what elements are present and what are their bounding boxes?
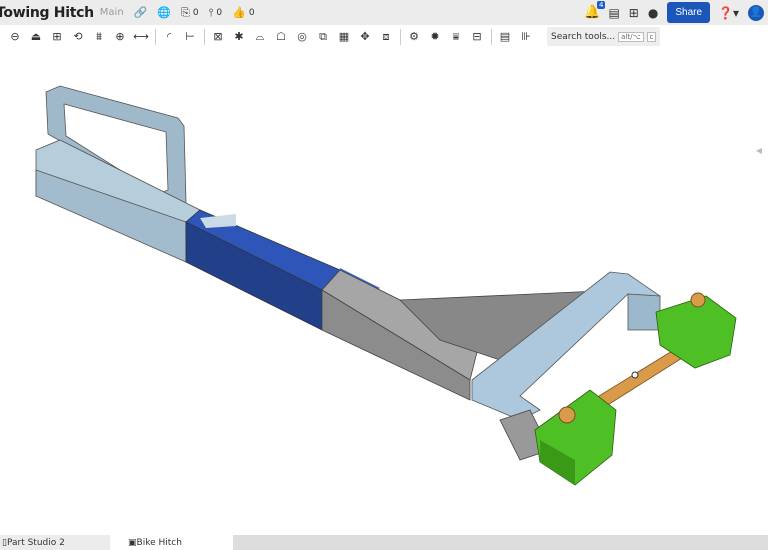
revolve-icon[interactable]: ⊞ [47,28,67,46]
document-icon[interactable]: ▤ [608,6,619,20]
shortcut-key: c [646,31,657,42]
tab-label: Bike Hitch [136,537,182,548]
files-icon: ⎘ [181,5,190,19]
search-tools-input[interactable]: Search tools... alt/⌥ c [547,27,661,46]
help-icon[interactable]: ❓▾ [718,6,739,20]
likes-count: 0 [248,7,255,18]
tab-bar-empty [233,535,768,550]
thicken-icon[interactable]: ⊕ [110,28,130,46]
notification-badge: 4 [596,1,606,9]
share-button[interactable]: Share [667,2,711,23]
search-label: Search tools... [551,31,616,42]
split-icon[interactable]: ▦ [334,28,354,46]
enclose-icon[interactable]: ⟷ [131,28,151,46]
toolbar-divider [491,28,492,45]
frame-icon[interactable]: ⊟ [467,28,487,46]
gear-icon[interactable]: ✹ [425,28,445,46]
wrap-icon[interactable]: ☖ [271,28,291,46]
tab-bike-hitch[interactable]: ▣ Bike Hitch [110,535,233,550]
pattern-icon[interactable]: ⧈ [376,28,396,46]
thumbs-up-icon: 👍 [232,6,246,19]
axle-center-mark [631,371,639,379]
notifications-button[interactable]: 🔔 4 [584,1,606,20]
document-title[interactable]: Towing Hitch [0,5,94,21]
fillet-icon[interactable]: ◜ [159,28,179,46]
assembly-icon: ▣ [128,537,137,548]
boolean-icon[interactable]: ⧉ [313,28,333,46]
link-icon[interactable]: 🔗 [134,6,148,19]
panel-collapse-icon[interactable]: ◀ [756,146,762,155]
measure-icon[interactable]: ⊪ [516,28,536,46]
shortcut-key: alt/⌥ [618,31,644,42]
green-block-left [534,389,617,486]
sweep-icon[interactable]: ⟲ [68,28,88,46]
tab-bar: ▯ Part Studio 2 ▣ Bike Hitch [0,535,768,550]
draft-icon[interactable]: ⊠ [208,28,228,46]
transform-icon[interactable]: ✥ [355,28,375,46]
toolbar-divider [204,28,205,45]
loft-icon[interactable]: ⩩ [89,28,109,46]
top-bar: Towing Hitch Main 🔗 🌐 ⎘ 0 ⫯ 0 👍 0 🔔 4 ▤ ⊞ ● … [0,0,768,25]
frame-side [627,293,661,331]
toolbar-divider [155,28,156,45]
toolbar-divider [400,28,401,45]
apps-icon[interactable]: ⊞ [629,6,639,20]
files-button[interactable]: ⎘ 0 [181,6,199,20]
like-button[interactable]: 👍 0 [232,6,254,19]
files-count: 0 [192,7,199,18]
feature-toolbar: ⊖ ⏏ ⊞ ⟲ ⩩ ⊕ ⟷ ◜ ⊢ ⊠ ✱ ⌓ ☖ ◎ ⧉ ▦ ✥ ⧈ ⚙ ✹ ⩸ ⊟ ▤ ⊪ Search tools... a… [0,25,768,48]
avatar[interactable]: 👤 [748,4,764,21]
pin-right [690,292,706,308]
hole-icon[interactable]: ◎ [292,28,312,46]
tab-label: Part Studio 2 [6,537,65,548]
extrude-icon[interactable]: ⏏ [26,28,46,46]
learning-icon[interactable]: ● [648,6,658,20]
branch-label[interactable]: Main [100,7,124,18]
rib-icon[interactable]: ✱ [229,28,249,46]
sketch-icon[interactable]: ⊖ [5,28,25,46]
shell-icon[interactable]: ⌓ [250,28,270,46]
version-icon: ⫯ [208,5,214,19]
sheet-metal-icon[interactable]: ⩸ [446,28,466,46]
chamfer-icon[interactable]: ⊢ [180,28,200,46]
versions-count: 0 [216,7,223,18]
3d-viewport[interactable]: ◀ [0,48,768,535]
variable-icon[interactable]: ▤ [495,28,515,46]
mate-connector-icon[interactable]: ⚙ [404,28,424,46]
pin-left [558,406,576,424]
globe-icon[interactable]: 🌐 [157,6,171,19]
hitch-model[interactable] [0,48,768,535]
versions-button[interactable]: ⫯ 0 [209,6,223,20]
tab-part-studio-2[interactable]: ▯ Part Studio 2 [0,535,110,550]
